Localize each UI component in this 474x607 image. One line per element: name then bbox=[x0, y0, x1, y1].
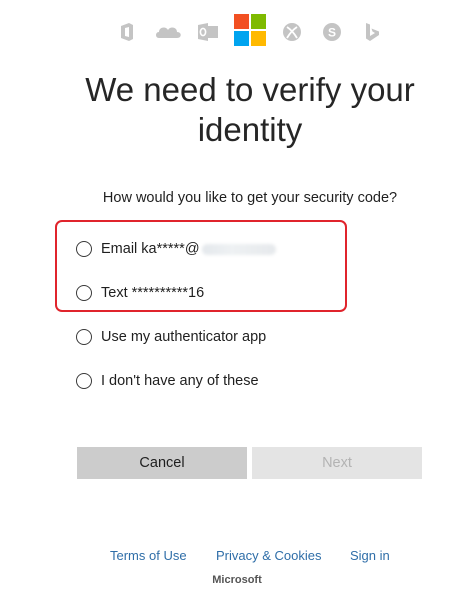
option-email[interactable]: Email ka*****@ bbox=[76, 238, 276, 260]
option-email-label: Email ka*****@ bbox=[101, 241, 200, 257]
next-button[interactable]: Next bbox=[252, 447, 422, 479]
radio-authenticator-app[interactable] bbox=[76, 329, 92, 345]
option-authenticator-label: Use my authenticator app bbox=[101, 329, 267, 345]
svg-text:S: S bbox=[328, 26, 336, 40]
bing-icon bbox=[366, 23, 379, 41]
radio-email[interactable] bbox=[76, 241, 92, 257]
option-text-label: Text **********16 bbox=[101, 285, 205, 301]
office-icon bbox=[121, 23, 133, 41]
microsoft-logo bbox=[234, 14, 266, 46]
product-icon-strip: S bbox=[0, 14, 474, 48]
onedrive-icon bbox=[156, 27, 181, 38]
option-text[interactable]: Text **********16 bbox=[76, 282, 204, 304]
email-domain-redaction bbox=[201, 243, 276, 255]
xbox-icon bbox=[283, 23, 301, 41]
security-code-question: How would you like to get your security … bbox=[102, 190, 398, 206]
outlook-icon bbox=[198, 23, 218, 41]
skype-icon: S bbox=[323, 23, 341, 41]
radio-text[interactable] bbox=[76, 285, 92, 301]
privacy-cookies-link[interactable]: Privacy & Cookies bbox=[216, 548, 321, 563]
radio-none[interactable] bbox=[76, 373, 92, 389]
sign-in-link[interactable]: Sign in bbox=[350, 548, 390, 563]
option-none[interactable]: I don't have any of these bbox=[76, 370, 259, 392]
cancel-button[interactable]: Cancel bbox=[77, 447, 247, 479]
option-none-label: I don't have any of these bbox=[101, 373, 259, 389]
terms-of-use-link[interactable]: Terms of Use bbox=[110, 548, 187, 563]
page-title: We need to verify your identity bbox=[85, 71, 415, 148]
option-authenticator-app[interactable]: Use my authenticator app bbox=[76, 326, 266, 348]
microsoft-wordmark: Microsoft bbox=[212, 574, 262, 586]
